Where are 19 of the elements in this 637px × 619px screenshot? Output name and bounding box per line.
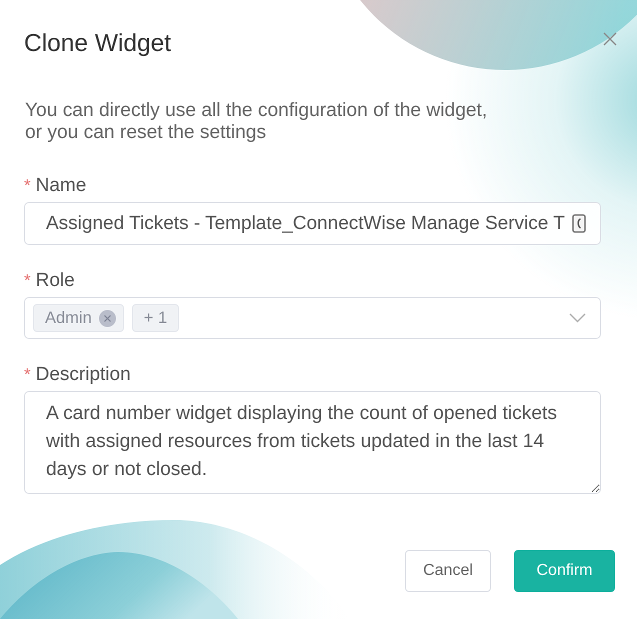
- square-outline-icon[interactable]: [572, 214, 586, 233]
- chevron-down-icon[interactable]: [569, 313, 586, 323]
- close-button[interactable]: [603, 32, 617, 46]
- remove-tag-icon[interactable]: [98, 310, 116, 326]
- field-label: Name: [36, 174, 86, 198]
- required-asterisk: *: [24, 270, 31, 292]
- tag-label: Admin: [45, 308, 92, 329]
- close-icon: [603, 32, 617, 46]
- name-input[interactable]: Assigned Tickets - Template_ConnectWise Manage Service T: [24, 202, 601, 245]
- cancel-button[interactable]: Cancel: [405, 550, 491, 592]
- required-asterisk: *: [24, 364, 31, 386]
- field-label: Description: [36, 363, 131, 387]
- role-tag: + 1: [132, 304, 180, 332]
- field-label: Role: [36, 269, 75, 293]
- description-textarea[interactable]: A card number widget displaying the count of opened tickets with assigned resources from tickets updated in the last 14 days or not closed.: [24, 391, 601, 494]
- required-asterisk: *: [24, 175, 31, 197]
- dialog-title: Clone Widget: [24, 30, 172, 58]
- role-select[interactable]: Admin + 1: [24, 297, 601, 339]
- intro-text: You can directly use all the configuration of the widget, or you can reset the settings: [25, 100, 488, 144]
